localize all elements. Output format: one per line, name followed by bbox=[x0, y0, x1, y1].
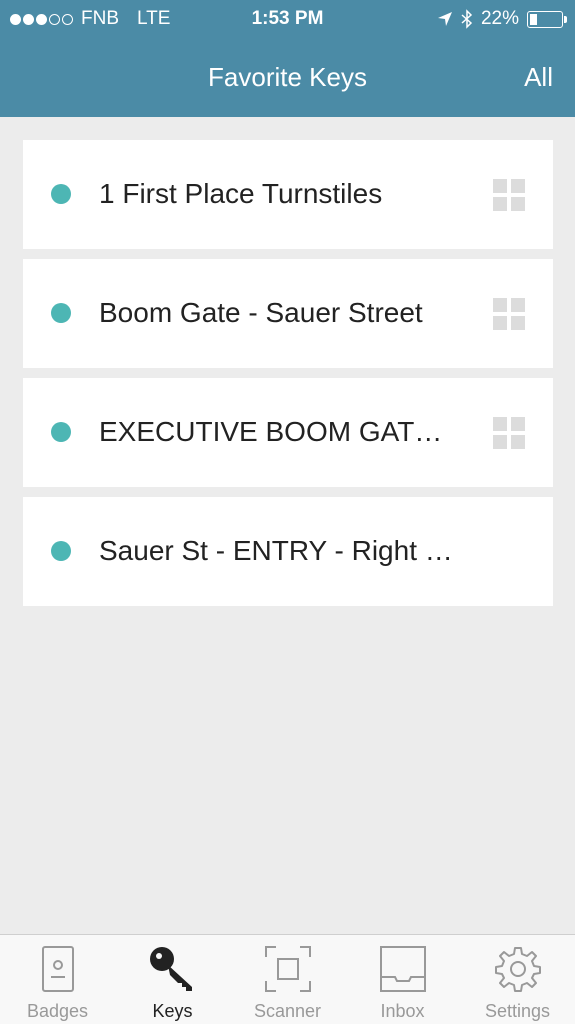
battery-percent: 22% bbox=[480, 8, 519, 29]
all-button[interactable]: All bbox=[524, 62, 553, 93]
bluetooth-icon bbox=[461, 9, 473, 29]
key-item[interactable]: Sauer St - ENTRY - Right Bo… bbox=[23, 497, 553, 606]
inbox-icon bbox=[379, 946, 426, 992]
status-dot bbox=[51, 184, 71, 204]
status-dot bbox=[51, 422, 71, 442]
location-arrow-icon bbox=[437, 12, 452, 26]
battery-fill bbox=[530, 13, 537, 25]
scanner-icon bbox=[264, 946, 311, 992]
key-label: EXECUTIVE BOOM GAT… bbox=[99, 416, 443, 447]
status-bar: FNB LTE 1:53 PM 22% bbox=[0, 0, 575, 40]
status-dot bbox=[51, 303, 71, 323]
tab-label: Inbox bbox=[380, 1001, 425, 1021]
key-item[interactable]: EXECUTIVE BOOM GAT… bbox=[23, 378, 553, 487]
tab-label: Badges bbox=[26, 1001, 89, 1021]
tab-settings[interactable]: Settings bbox=[460, 935, 575, 1024]
key-item[interactable]: Boom Gate - Sauer Street bbox=[23, 259, 553, 368]
tab-label: Keys bbox=[152, 1001, 193, 1021]
favorite-keys-list: 1 First Place Turnstiles Boom Gate - Sau… bbox=[23, 140, 553, 616]
tab-scanner[interactable]: Scanner bbox=[230, 935, 345, 1024]
status-right: 22% bbox=[437, 8, 567, 30]
tab-badges[interactable]: Badges bbox=[0, 935, 115, 1024]
key-label: 1 First Place Turnstiles bbox=[99, 178, 383, 209]
gear-icon bbox=[494, 947, 541, 992]
key-icon bbox=[149, 947, 192, 991]
key-item[interactable]: 1 First Place Turnstiles bbox=[23, 140, 553, 249]
key-label: Boom Gate - Sauer Street bbox=[99, 297, 423, 328]
qr-code-icon[interactable] bbox=[493, 298, 525, 330]
tab-label: Scanner bbox=[253, 1001, 322, 1021]
header: FNB LTE 1:53 PM 22% Favorite Keys All bbox=[0, 0, 575, 117]
qr-code-icon[interactable] bbox=[493, 179, 525, 211]
badge-icon bbox=[41, 946, 74, 992]
qr-code-icon[interactable] bbox=[493, 417, 525, 449]
key-label: Sauer St - ENTRY - Right Bo… bbox=[99, 535, 459, 566]
tab-keys[interactable]: Keys bbox=[115, 935, 230, 1024]
page-title: Favorite Keys bbox=[208, 62, 367, 92]
tab-bar: Badges Keys Scanner Inbox Settings bbox=[0, 934, 575, 1024]
tab-label: Settings bbox=[484, 1001, 551, 1021]
battery-icon bbox=[527, 10, 567, 28]
tab-inbox[interactable]: Inbox bbox=[345, 935, 460, 1024]
status-dot bbox=[51, 541, 71, 561]
